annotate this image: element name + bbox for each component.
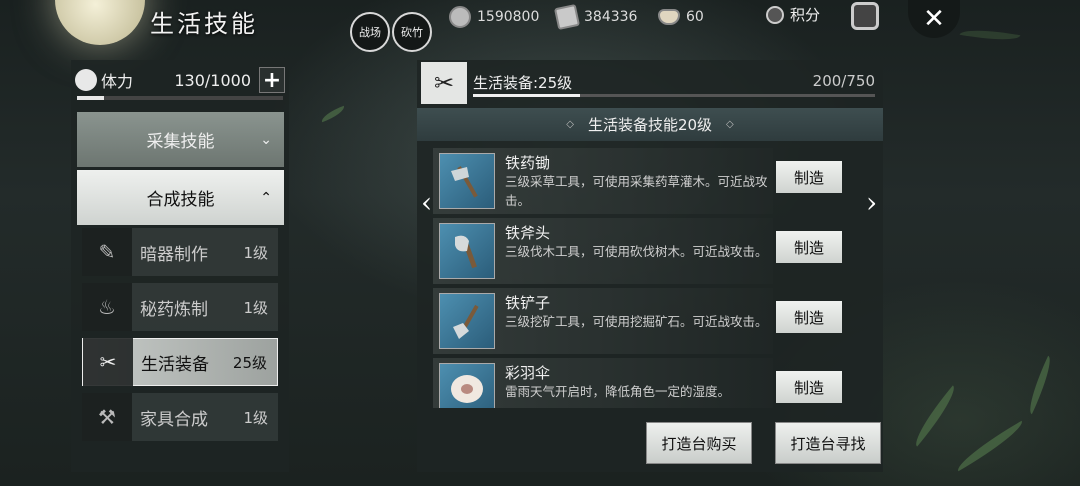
cut-bamboo-button[interactable]: 砍竹	[392, 12, 432, 52]
skill-name: 秘药炼制	[140, 299, 208, 320]
dart-icon: ✎	[82, 228, 132, 276]
leaf-decoration	[959, 24, 1021, 46]
item-name: 铁铲子	[505, 294, 551, 312]
diamond-icon: ◇	[726, 119, 734, 130]
item-description: 雷雨天气开启时，降低角色一定的湿度。	[505, 384, 731, 399]
craft-button[interactable]: 制造	[776, 301, 842, 333]
chevron-down-icon: ⌄	[260, 131, 272, 148]
stamina-bar-fill	[77, 96, 104, 100]
skill-item-life-equipment[interactable]: ✂ 生活装备 25级	[82, 338, 278, 386]
stamina-row: 体力 130/1000 +	[75, 66, 285, 94]
item-name: 铁药锄	[505, 154, 551, 172]
recipe-list[interactable]: 铁药锄 三级采草工具，可使用采集药草灌木。可近战攻击。 制造 铁斧头 三级伐木工…	[433, 148, 873, 408]
chevron-up-icon: ⌃	[260, 189, 272, 206]
anvil-icon: ⚒	[82, 393, 132, 441]
skill-item-furniture[interactable]: ⚒ 家具合成 1级	[82, 393, 278, 441]
item-name: 铁斧头	[505, 224, 551, 242]
skill-level: 25级	[232, 353, 267, 372]
gather-skills-category[interactable]: 采集技能 ⌄	[77, 112, 284, 167]
battlefield-button[interactable]: 战场	[350, 12, 390, 52]
leaf-decoration	[952, 420, 1028, 472]
skill-category-panel: 体力 130/1000 + 采集技能 ⌄ 合成技能 ⌃ ✎ 暗器制作 1级 ♨ …	[71, 60, 289, 472]
page-title: 生活技能	[150, 10, 258, 38]
bun-icon	[75, 69, 97, 91]
skill-progress-value: 200/750	[812, 72, 875, 90]
skill-name: 生活装备	[141, 354, 209, 375]
buy-workbench-button[interactable]: 打造台购买	[646, 422, 752, 464]
axe-icon	[439, 223, 495, 279]
scissors-icon: ✂	[421, 62, 467, 104]
craft-skills-category[interactable]: 合成技能 ⌃	[77, 170, 284, 225]
item-description: 三级伐木工具，可使用砍伐树木。可近战攻击。	[505, 244, 768, 259]
recipe-item[interactable]: 铁铲子 三级挖矿工具，可使用挖掘矿石。可近战攻击。 制造	[433, 288, 873, 354]
skill-progress-bar	[473, 94, 875, 97]
ingot-icon	[658, 9, 680, 25]
currency-value: 60	[686, 9, 704, 25]
category-label: 采集技能	[146, 132, 215, 152]
currency-coins: 1590800	[449, 5, 539, 29]
scroll-icon	[553, 3, 581, 31]
skill-progress-fill	[473, 94, 581, 97]
skill-level-title: 生活装备:25级	[473, 74, 573, 92]
item-description: 三级采草工具，可使用采集药草灌木。可近战攻击。	[505, 174, 768, 208]
stamina-value: 130/1000	[174, 70, 251, 90]
points-button[interactable]: 积分	[766, 4, 820, 25]
craft-button[interactable]: 制造	[776, 161, 842, 193]
find-workbench-button[interactable]: 打造台寻找	[775, 422, 881, 464]
close-button[interactable]: ✕	[908, 0, 960, 38]
prev-page-arrow[interactable]: ‹	[421, 186, 432, 219]
currency-ingots: 60	[658, 5, 704, 29]
coin-icon	[449, 6, 471, 28]
diamond-icon: ◇	[566, 119, 574, 130]
skill-level: 1级	[243, 298, 268, 317]
skill-name: 家具合成	[140, 409, 208, 430]
skill-name: 暗器制作	[140, 244, 208, 265]
tier-label: 生活装备技能20级	[587, 116, 713, 134]
moon-decoration	[55, 0, 145, 45]
settings-icon[interactable]	[851, 2, 879, 30]
add-stamina-button[interactable]: +	[259, 67, 285, 93]
leaf-decoration	[319, 105, 347, 123]
tier-banner: ◇ 生活装备技能20级 ◇	[417, 108, 883, 141]
craft-button[interactable]: 制造	[776, 231, 842, 263]
currency-value: 384336	[584, 9, 638, 25]
stamina-bar	[77, 96, 283, 100]
skill-item-secret-medicine[interactable]: ♨ 秘药炼制 1级	[82, 283, 278, 331]
medicine-icon: ♨	[82, 283, 132, 331]
craft-button[interactable]: 制造	[776, 371, 842, 403]
stamina-label: 体力	[101, 72, 134, 91]
skill-item-hidden-weapon[interactable]: ✎ 暗器制作 1级	[82, 228, 278, 276]
hoe-icon	[439, 153, 495, 209]
category-label: 合成技能	[146, 190, 215, 210]
recipe-item[interactable]: 彩羽伞 雷雨天气开启时，降低角色一定的湿度。 制造	[433, 358, 873, 408]
skill-level: 1级	[243, 408, 268, 427]
points-icon	[766, 5, 784, 24]
recipe-panel: ✂ 生活装备:25级 200/750 ◇ 生活装备技能20级 ◇ 铁药锄 三级采…	[417, 60, 883, 472]
currency-scrolls: 384336	[553, 3, 638, 31]
next-page-arrow[interactable]: ›	[866, 186, 877, 219]
item-description: 三级挖矿工具，可使用挖掘矿石。可近战攻击。	[505, 314, 768, 329]
item-name: 彩羽伞	[505, 364, 551, 382]
skill-level: 1级	[243, 243, 268, 262]
leaf-decoration	[907, 385, 963, 447]
leaf-decoration	[1022, 355, 1058, 415]
recipe-item[interactable]: 铁药锄 三级采草工具，可使用采集药草灌木。可近战攻击。 制造	[433, 148, 873, 214]
shovel-icon	[439, 293, 495, 349]
recipe-item[interactable]: 铁斧头 三级伐木工具，可使用砍伐树木。可近战攻击。 制造	[433, 218, 873, 284]
points-label: 积分	[790, 6, 821, 24]
umbrella-icon	[439, 363, 495, 408]
close-icon: ✕	[923, 4, 945, 34]
scissors-icon: ✂	[83, 338, 133, 386]
currency-value: 1590800	[477, 9, 540, 25]
